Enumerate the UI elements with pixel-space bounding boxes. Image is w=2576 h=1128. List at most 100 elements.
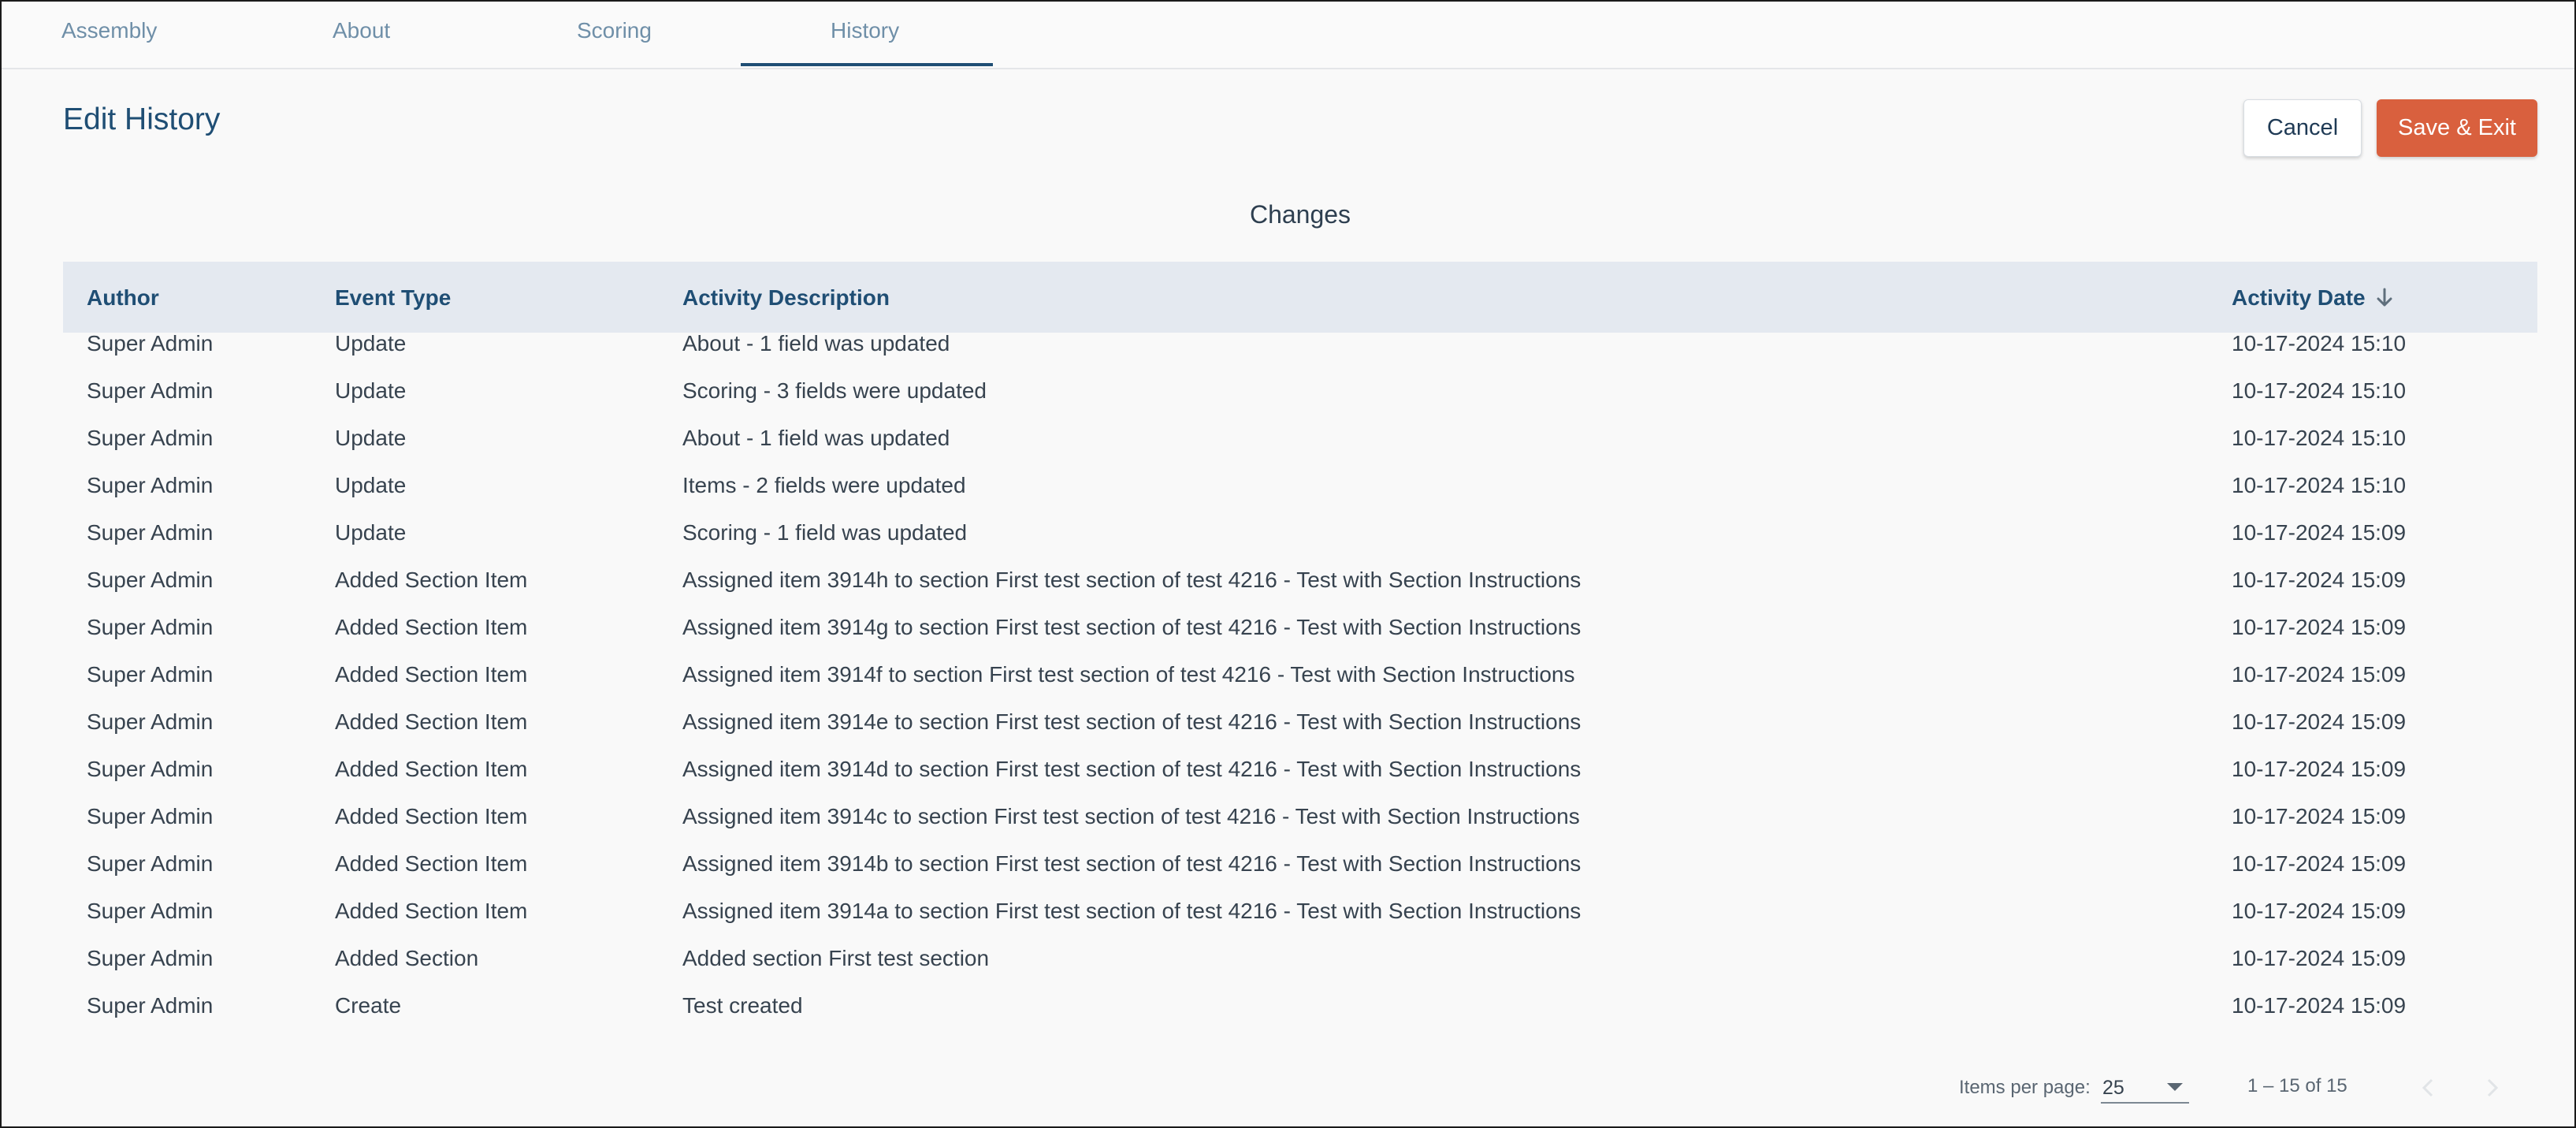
cell-activity-date: 10-17-2024 15:09: [2232, 946, 2407, 970]
cell-activity-description: Assigned item 3914b to section First tes…: [682, 851, 1582, 876]
cell-author: Super Admin: [87, 709, 214, 734]
cell-activity-date: 10-17-2024 15:09: [2232, 851, 2407, 876]
table-row: Super Admin Update About - 1 field was upd…: [63, 423, 2537, 470]
table-row: Super Admin Added Section Item Assigned it…: [63, 754, 2537, 801]
cell-event-type: Update: [335, 520, 407, 545]
active-tab-indicator: [741, 63, 993, 66]
cell-event-type: Added Section Item: [335, 851, 528, 876]
cell-event-type: Update: [335, 473, 407, 497]
tab-about[interactable]: About: [301, 2, 427, 68]
tab-label: About: [333, 18, 391, 43]
cell-activity-description: Assigned item 3914a to section First tes…: [682, 899, 1582, 923]
cell-event-type: Added Section: [335, 946, 479, 970]
page-range-label: 1 – 15 of 15: [2247, 1075, 2347, 1096]
table-row: Super Admin Added Section Item Assigned it…: [63, 801, 2537, 848]
cell-author: Super Admin: [87, 331, 214, 356]
cell-activity-date: 10-17-2024 15:09: [2232, 520, 2407, 545]
cancel-button[interactable]: Cancel: [2243, 99, 2362, 157]
cell-event-type: Update: [335, 378, 407, 403]
cell-activity-description: Test created: [682, 993, 803, 1018]
table-header-row: Author Event Type Activity Description A…: [63, 262, 2537, 333]
cell-activity-description: Assigned item 3914f to section First tes…: [682, 662, 1575, 687]
cell-activity-description: Scoring - 1 field was updated: [682, 520, 968, 545]
cell-author: Super Admin: [87, 993, 214, 1018]
cell-activity-description: About - 1 field was updated: [682, 331, 950, 356]
cell-activity-date: 10-17-2024 15:09: [2232, 757, 2407, 781]
cell-activity-description: Items - 2 fields were updated: [682, 473, 966, 497]
tab-scoring[interactable]: Scoring: [545, 2, 687, 68]
tab-assembly[interactable]: Assembly: [2, 2, 222, 68]
chevron-right-icon: [2487, 1078, 2499, 1097]
tab-label: History: [831, 18, 900, 43]
cell-activity-date: 10-17-2024 15:09: [2232, 993, 2407, 1018]
chevron-left-icon: [2422, 1078, 2433, 1097]
cell-activity-date: 10-17-2024 15:09: [2232, 804, 2407, 828]
cell-activity-date: 10-17-2024 15:09: [2232, 568, 2407, 592]
cell-author: Super Admin: [87, 851, 214, 876]
cell-activity-description: Assigned item 3914c to section First tes…: [682, 804, 1580, 828]
section-title: Changes: [1249, 200, 1351, 229]
table-row: Super Admin Update Scoring - 1 field was u…: [63, 517, 2537, 564]
cell-activity-date: 10-17-2024 15:09: [2232, 662, 2407, 687]
cell-activity-date: 10-17-2024 15:09: [2232, 615, 2407, 639]
table-row: Super Admin Added Section Item Assigned it…: [63, 659, 2537, 706]
page-title: Edit History: [63, 102, 221, 136]
app-window: Assembly About Scoring History Edit Hist…: [0, 0, 2576, 1128]
cell-activity-description: About - 1 field was updated: [682, 426, 950, 450]
cell-event-type: Added Section Item: [335, 662, 528, 687]
table-row: Super Admin Update About - 1 field was upd…: [63, 328, 2537, 375]
table-row: Super Admin Create Test created 10-17-2024 …: [63, 990, 2537, 1037]
column-header-activity-date[interactable]: Activity Date: [2232, 285, 2394, 314]
table-row: Super Admin Update Scoring - 3 fields were…: [63, 375, 2537, 423]
items-per-page-value: 25: [2102, 1077, 2124, 1099]
cell-activity-date: 10-17-2024 15:10: [2232, 473, 2407, 497]
cell-activity-date: 10-17-2024 15:10: [2232, 331, 2407, 356]
cell-event-type: Added Section Item: [335, 568, 528, 592]
cell-activity-description: Assigned item 3914g to section First tes…: [682, 615, 1582, 639]
cell-event-type: Added Section Item: [335, 615, 528, 639]
cell-activity-description: Added section First test section: [682, 946, 990, 970]
cell-event-type: Create: [335, 993, 402, 1018]
next-page-button[interactable]: [2474, 1070, 2509, 1105]
cell-activity-date: 10-17-2024 15:09: [2232, 709, 2407, 734]
tab-bar: Assembly About Scoring History: [2, 2, 2574, 69]
cell-author: Super Admin: [87, 946, 214, 970]
cell-author: Super Admin: [87, 378, 214, 403]
cell-event-type: Update: [335, 426, 407, 450]
cell-activity-description: Assigned item 3914e to section First tes…: [682, 709, 1582, 734]
cell-event-type: Added Section Item: [335, 709, 528, 734]
column-header-event-type[interactable]: Event Type: [335, 285, 451, 311]
save-exit-button[interactable]: Save & Exit: [2377, 99, 2537, 157]
tab-label: Assembly: [61, 18, 158, 43]
cell-event-type: Added Section Item: [335, 899, 528, 923]
cell-activity-description: Assigned item 3914h to section First tes…: [682, 568, 1582, 592]
table-row: Super Admin Added Section Item Assigned it…: [63, 895, 2537, 943]
cell-author: Super Admin: [87, 899, 214, 923]
cell-activity-date: 10-17-2024 15:10: [2232, 426, 2407, 450]
cell-event-type: Added Section Item: [335, 804, 528, 828]
cell-activity-description: Assigned item 3914d to section First tes…: [682, 757, 1582, 781]
table-row: Super Admin Update Items - 2 fields were u…: [63, 470, 2537, 517]
cell-author: Super Admin: [87, 473, 214, 497]
table-row: Super Admin Added Section Item Assigned it…: [63, 706, 2537, 754]
table-row: Super Admin Added Section Added section Fi…: [63, 943, 2537, 990]
cell-activity-description: Scoring - 3 fields were updated: [682, 378, 987, 403]
previous-page-button[interactable]: [2411, 1070, 2446, 1105]
arrow-down-icon: [2375, 288, 2394, 314]
tab-history[interactable]: History: [741, 2, 993, 68]
cell-event-type: Update: [335, 331, 407, 356]
column-header-author[interactable]: Author: [87, 285, 159, 311]
table-row: Super Admin Added Section Item Assigned it…: [63, 848, 2537, 895]
column-header-activity-description[interactable]: Activity Description: [682, 285, 890, 311]
tab-label: Scoring: [577, 18, 652, 43]
cell-author: Super Admin: [87, 662, 214, 687]
cell-event-type: Added Section Item: [335, 757, 528, 781]
items-per-page-label: Items per page:: [1959, 1077, 2091, 1098]
cell-author: Super Admin: [87, 615, 214, 639]
cell-author: Super Admin: [87, 804, 214, 828]
cell-author: Super Admin: [87, 568, 214, 592]
table-row: Super Admin Added Section Item Assigned it…: [63, 612, 2537, 659]
items-per-page-select[interactable]: 25: [2101, 1072, 2189, 1104]
cell-activity-date: 10-17-2024 15:10: [2232, 378, 2407, 403]
cell-author: Super Admin: [87, 426, 214, 450]
